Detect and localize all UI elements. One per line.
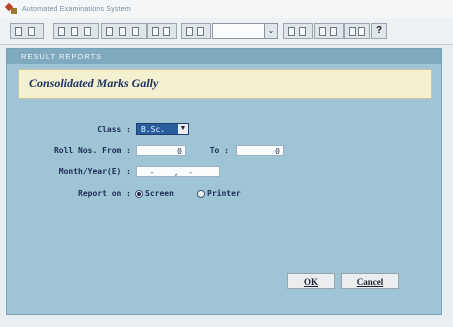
roll-from-label: Roll Nos. From :	[53, 146, 131, 155]
help-icon[interactable]: ?	[371, 23, 387, 39]
ok-button[interactable]: OK	[287, 273, 335, 289]
toolbar-group-1-icon[interactable]	[10, 23, 44, 39]
month-year-field[interactable]: - , -	[136, 166, 220, 177]
toolbar-group-4-icon[interactable]	[147, 23, 177, 39]
radio-printer-label: Printer	[207, 189, 241, 198]
cancel-button[interactable]: Cancel	[341, 273, 399, 289]
title-bar: Automated Examinations System	[0, 0, 453, 18]
toolbar-group-2-icon[interactable]	[53, 23, 99, 39]
app-logo-icon	[4, 2, 18, 15]
toolbar-group-3-icon[interactable]	[101, 23, 147, 39]
panel-title-box: Consolidated Marks Gally	[18, 69, 432, 99]
class-label: Class :	[97, 125, 131, 134]
chevron-down-icon[interactable]: ▼	[178, 124, 188, 134]
ok-button-label: OK	[303, 277, 318, 287]
toolbar: ⌄ ?	[0, 18, 453, 45]
toolbar-group-8-icon[interactable]	[344, 23, 370, 39]
result-reports-panel: RESULT REPORTS Consolidated Marks Gally …	[6, 48, 442, 315]
roll-from-field[interactable]: 0	[136, 145, 186, 156]
page-title: Consolidated Marks Gally	[29, 76, 159, 90]
toolbar-group-7-icon[interactable]	[314, 23, 344, 39]
chevron-down-icon[interactable]: ⌄	[264, 24, 277, 38]
month-year-label: Month/Year(E) :	[58, 167, 131, 176]
toolbar-combo[interactable]: ⌄	[212, 23, 278, 39]
toolbar-group-5-icon[interactable]	[181, 23, 211, 39]
radio-screen[interactable]	[135, 190, 143, 198]
class-select[interactable]: B.Sc. ▼	[136, 123, 189, 135]
window-title: Automated Examinations System	[22, 5, 131, 13]
toolbar-group-6-icon[interactable]	[283, 23, 313, 39]
report-on-label: Report on :	[78, 189, 131, 198]
cancel-button-label: Cancel	[356, 277, 384, 287]
roll-to-field[interactable]: 0	[236, 145, 284, 156]
radio-screen-label: Screen	[145, 189, 174, 198]
roll-to-label: To :	[209, 146, 229, 155]
class-select-value: B.Sc.	[141, 125, 166, 134]
panel-header: RESULT REPORTS	[7, 49, 441, 64]
radio-printer[interactable]	[197, 190, 205, 198]
